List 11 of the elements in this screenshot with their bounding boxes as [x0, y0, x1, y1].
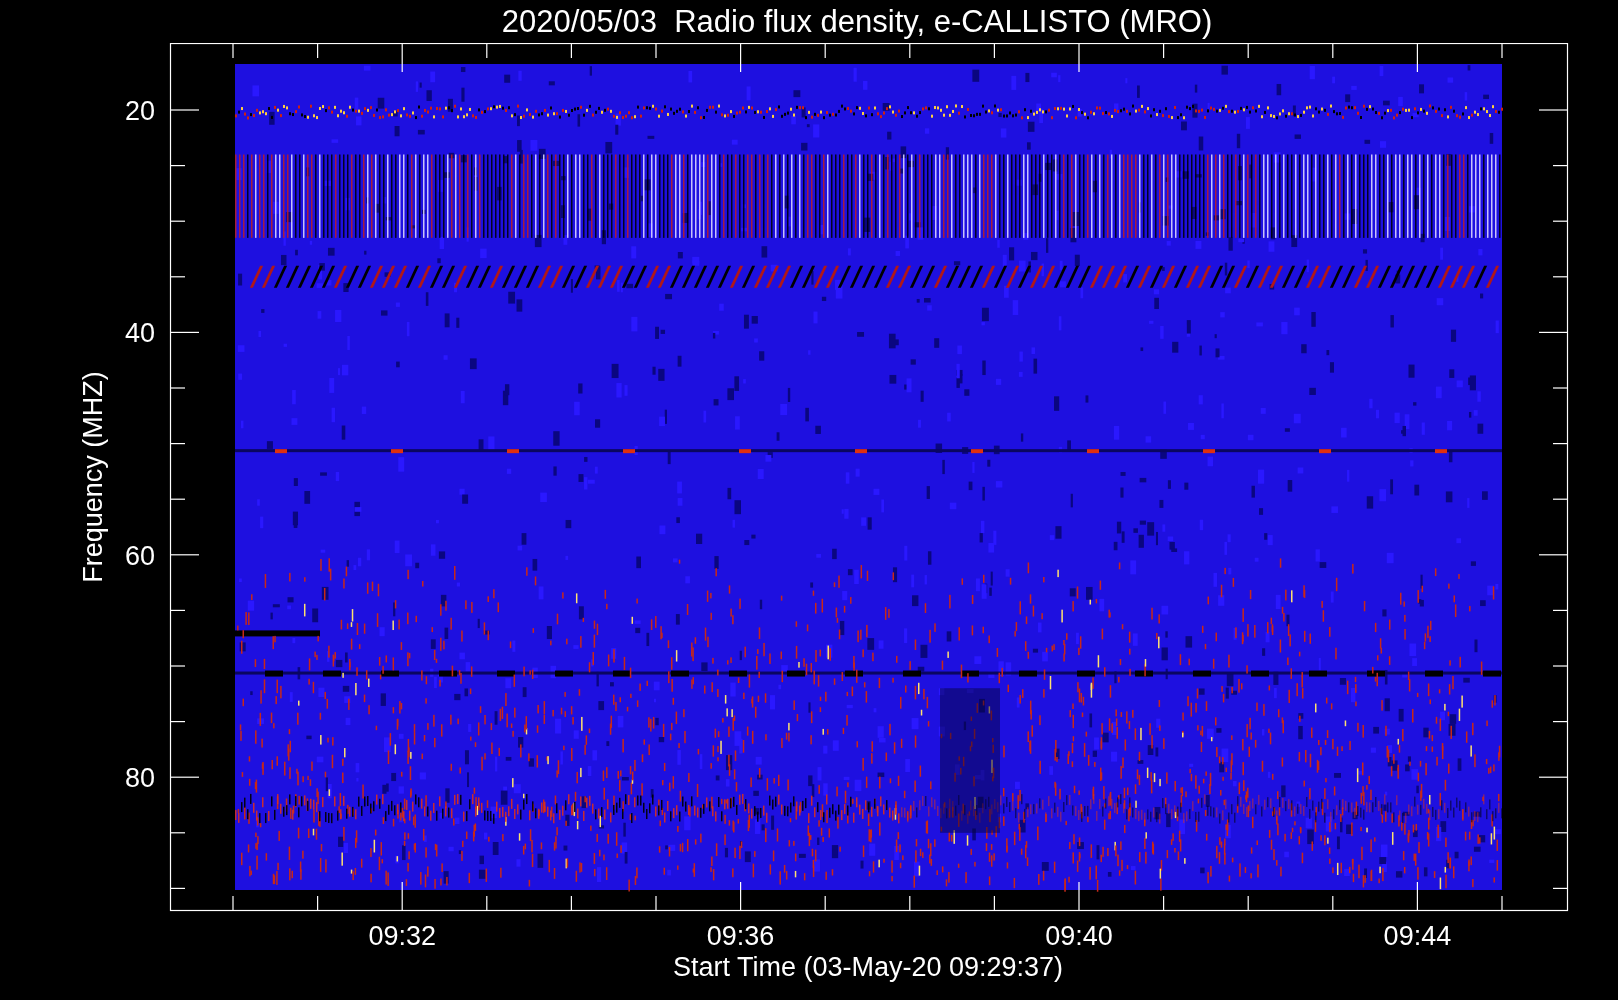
chart-title: 2020/05/03 Radio flux density, e-CALLISTO (MRO)	[500, 2, 1214, 41]
x-axis-label: Start Time (03-May-20 09:29:37)	[672, 952, 1064, 982]
x-tick-label: 09:32	[368, 921, 436, 951]
x-tick-label: 09:40	[1045, 921, 1113, 951]
x-tick-label: 09:44	[1383, 921, 1452, 951]
y-tick-label: 60	[124, 540, 155, 571]
y-tick-label: 80	[124, 763, 155, 794]
y-tick-label: 20	[124, 96, 155, 126]
x-tick-label: 09:36	[706, 921, 775, 951]
y-tick-label: 40	[124, 318, 155, 349]
y-axis-label: Frequency (MHZ)	[78, 371, 108, 583]
